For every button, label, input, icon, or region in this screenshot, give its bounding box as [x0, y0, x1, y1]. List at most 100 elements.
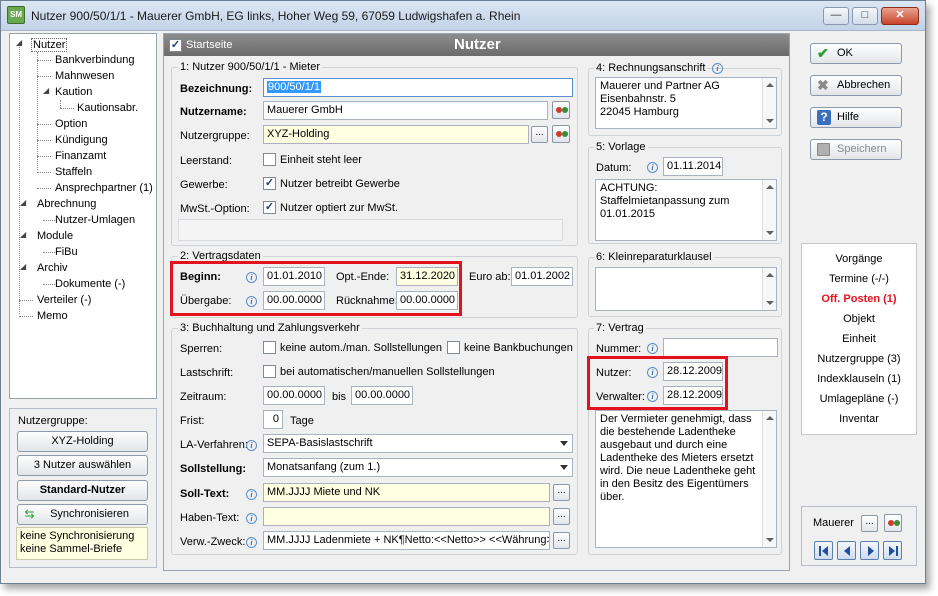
nav-item-vorgaenge[interactable]: Vorgänge [802, 253, 916, 265]
kleinreparatur-textarea[interactable] [595, 267, 777, 311]
vertrag-nutzer-input[interactable]: 28.12.2009 [663, 362, 723, 381]
tree-item-fibu[interactable]: FiBu [55, 246, 78, 258]
standard-nutzer-button[interactable]: Standard-Nutzer [17, 480, 148, 501]
people-icon[interactable] [552, 125, 570, 143]
nav-item-termine[interactable]: Termine (-/-) [802, 273, 916, 285]
tree-item-kautionsabr[interactable]: Kautionsabr. [77, 102, 138, 114]
nav-item-nutzergruppe[interactable]: Nutzergruppe (3) [802, 353, 916, 365]
people-icon[interactable] [884, 514, 902, 532]
scrollbar[interactable] [762, 180, 776, 240]
gewerbe-checkbox[interactable]: ✓ [263, 177, 276, 190]
scrollbar[interactable] [762, 78, 776, 128]
tree-item-archiv[interactable]: Archiv [37, 262, 68, 274]
sperren-sollstellungen-checkbox[interactable] [263, 341, 276, 354]
previous-record-button[interactable] [837, 541, 856, 560]
expand-icon[interactable]: ◢ [20, 262, 26, 271]
datum-input[interactable]: 01.11.2014 [663, 157, 723, 176]
expand-icon[interactable]: ◢ [16, 38, 22, 47]
nav-item-einheit[interactable]: Einheit [802, 333, 916, 345]
habentext-browse-button[interactable]: ... [553, 508, 570, 525]
info-icon[interactable]: i [647, 391, 658, 402]
tree-item-staffeln[interactable]: Staffeln [55, 166, 92, 178]
tree-item-module[interactable]: Module [37, 230, 73, 242]
rechnungsanschrift-textarea[interactable]: Mauerer und Partner AG Eisenbahnstr. 5 2… [595, 77, 777, 129]
nav-item-off-posten[interactable]: Off. Posten (1) [802, 293, 916, 305]
info-icon[interactable]: i [246, 440, 257, 451]
scrollbar[interactable] [762, 268, 776, 310]
tree-item-finanzamt[interactable]: Finanzamt [55, 150, 106, 162]
info-icon[interactable]: i [712, 63, 723, 74]
laverfahren-select[interactable]: SEPA-Basislastschrift [263, 434, 573, 453]
tree-item-mahnwesen[interactable]: Mahnwesen [55, 70, 114, 82]
vorlage-textarea[interactable]: ACHTUNG: Staffelmietanpassung zum 01.01.… [595, 179, 777, 241]
last-record-button[interactable] [883, 541, 902, 560]
uebergabe-input[interactable]: 00.00.0000 [263, 291, 325, 310]
zeitraum-from-input[interactable]: 00.00.0000 [263, 386, 325, 405]
info-icon[interactable]: i [246, 272, 257, 283]
sperren-bankbuchungen-checkbox[interactable] [447, 341, 460, 354]
scrollbar[interactable] [762, 411, 776, 547]
tree-item-nutzer-umlagen[interactable]: Nutzer-Umlagen [55, 214, 135, 226]
nav-item-indexklauseln[interactable]: Indexklauseln (1) [802, 373, 916, 385]
tree-item-nutzer[interactable]: Nutzer [31, 38, 68, 52]
tree-item-bankverbindung[interactable]: Bankverbindung [55, 54, 135, 66]
tree-item-memo[interactable]: Memo [37, 310, 68, 322]
verwzweck-browse-button[interactable]: ... [553, 532, 570, 549]
synchronisieren-button[interactable]: ⇆ Synchronisieren [17, 504, 148, 525]
nutzergruppe-xyz-button[interactable]: XYZ-Holding [17, 431, 148, 452]
nav-item-umlageplaene[interactable]: Umlagepläne (-) [802, 393, 916, 405]
info-icon[interactable]: i [647, 162, 658, 173]
close-button[interactable]: ✕ [881, 7, 919, 25]
euroab-input[interactable]: 01.01.2002 [511, 267, 573, 286]
first-record-button[interactable] [814, 541, 833, 560]
vertrag-textarea[interactable]: Der Vermieter genehmigt, dass die besteh… [595, 410, 777, 548]
nutzergruppe-input[interactable]: XYZ-Holding [263, 125, 529, 144]
nav-item-inventar[interactable]: Inventar [802, 413, 916, 425]
habentext-input[interactable] [263, 507, 550, 526]
minimize-button[interactable]: — [823, 7, 849, 25]
frist-input[interactable]: 0 [263, 410, 283, 429]
verwzweck-input[interactable]: MM.JJJJ Ladenmiete + NK¶Netto:<<Netto>> … [263, 531, 550, 550]
tree-item-kaution[interactable]: Kaution [55, 86, 92, 98]
tree-item-dokumente[interactable]: Dokumente (-) [55, 278, 125, 290]
maximize-button[interactable]: □ [852, 7, 878, 25]
beginn-input[interactable]: 01.01.2010 [263, 267, 325, 286]
nutzer-auswaehlen-button[interactable]: 3 Nutzer auswählen [17, 455, 148, 476]
optende-input[interactable]: 31.12.2020 [396, 267, 458, 286]
bezeichnung-input[interactable]: 900/50/1/1 [263, 78, 573, 97]
hilfe-button[interactable]: ? Hilfe [810, 107, 902, 128]
mwst-checkbox[interactable]: ✓ [263, 201, 276, 214]
leerstand-checkbox[interactable] [263, 153, 276, 166]
nav-item-objekt[interactable]: Objekt [802, 313, 916, 325]
nummer-input[interactable] [663, 338, 778, 357]
solltext-browse-button[interactable]: ... [553, 484, 570, 501]
startseite-checkbox[interactable]: ✓ [169, 39, 182, 52]
tree-item-verteiler[interactable]: Verteiler (-) [37, 294, 91, 306]
tree-item-abrechnung[interactable]: Abrechnung [37, 198, 96, 210]
abbrechen-button[interactable]: ✖ Abbrechen [810, 75, 902, 96]
next-record-button[interactable] [860, 541, 879, 560]
tree-item-option[interactable]: Option [55, 118, 87, 130]
expand-icon[interactable]: ◢ [20, 198, 26, 207]
info-icon[interactable]: i [246, 513, 257, 524]
info-icon[interactable]: i [647, 367, 658, 378]
people-icon[interactable] [552, 101, 570, 119]
nutzergruppe-browse-button[interactable]: ... [531, 126, 548, 143]
expand-icon[interactable]: ◢ [20, 230, 26, 239]
vertrag-verwalter-input[interactable]: 28.12.2009 [663, 386, 723, 405]
lastschrift-checkbox[interactable] [263, 365, 276, 378]
info-icon[interactable]: i [246, 537, 257, 548]
tree-item-ansprechpartner[interactable]: Ansprechpartner (1) [55, 182, 153, 194]
info-icon[interactable]: i [246, 296, 257, 307]
sollstellung-select[interactable]: Monatsanfang (zum 1.) [263, 458, 573, 477]
ok-button[interactable]: ✔ OK [810, 43, 902, 64]
nutzername-input[interactable]: Mauerer GmbH [263, 101, 548, 120]
tree-item-kuendigung[interactable]: Kündigung [55, 134, 108, 146]
solltext-input[interactable]: MM.JJJJ Miete und NK [263, 483, 550, 502]
zeitraum-to-input[interactable]: 00.00.0000 [351, 386, 413, 405]
info-icon[interactable]: i [246, 489, 257, 500]
ruecknahme-input[interactable]: 00.00.0000 [396, 291, 458, 310]
navbox-browse-button[interactable]: ... [861, 515, 878, 532]
speichern-button[interactable]: Speichern [810, 139, 902, 160]
expand-icon[interactable]: ◢ [43, 86, 49, 95]
